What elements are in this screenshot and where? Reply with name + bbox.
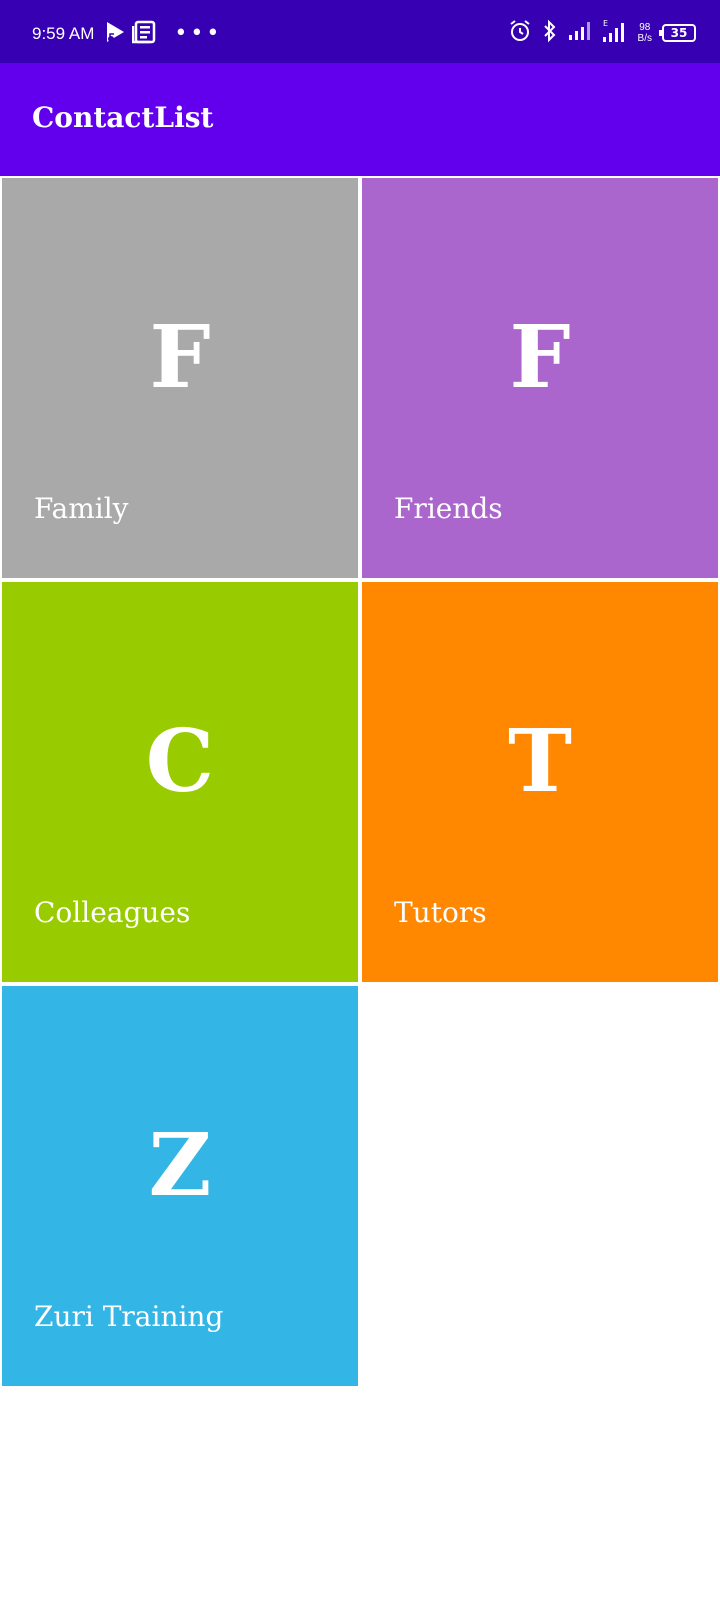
signal-e-icon: E bbox=[602, 18, 628, 48]
group-initial: F bbox=[509, 307, 571, 408]
net-speed-value: 98 bbox=[639, 22, 651, 33]
group-label: Tutors bbox=[394, 896, 487, 929]
alarm-icon bbox=[508, 19, 532, 47]
group-initial: F bbox=[149, 307, 211, 408]
group-card-friends[interactable]: F Friends bbox=[362, 178, 718, 578]
group-initial: T bbox=[508, 711, 572, 812]
net-speed-unit: B/s bbox=[637, 33, 652, 44]
more-notifications-icon: ••• bbox=[174, 21, 223, 46]
status-right: E 98 B/s 35 bbox=[508, 18, 696, 48]
status-time: 9:59 AM bbox=[32, 24, 95, 43]
signal-icon bbox=[568, 20, 592, 46]
play-store-icon bbox=[104, 20, 126, 48]
app-bar: ContactList bbox=[0, 63, 720, 176]
group-initial: Z bbox=[148, 1115, 212, 1216]
bluetooth-icon bbox=[542, 19, 558, 47]
group-label: Friends bbox=[394, 492, 503, 525]
group-initial: C bbox=[145, 711, 215, 812]
group-label: Colleagues bbox=[34, 896, 191, 929]
battery-level: 35 bbox=[670, 26, 688, 40]
group-card-tutors[interactable]: T Tutors bbox=[362, 582, 718, 982]
group-card-family[interactable]: F Family bbox=[2, 178, 358, 578]
svg-text:E: E bbox=[603, 19, 608, 28]
status-bar: 9:59 AM ••• E 98 B/s 35 bbox=[0, 0, 720, 63]
group-card-zuri-training[interactable]: Z Zuri Training bbox=[2, 986, 358, 1386]
network-speed: 98 B/s bbox=[638, 22, 652, 44]
app-title: ContactList bbox=[32, 101, 214, 134]
battery-icon: 35 bbox=[659, 24, 696, 42]
group-card-colleagues[interactable]: C Colleagues bbox=[2, 582, 358, 982]
status-left: 9:59 AM ••• bbox=[32, 20, 222, 48]
group-label: Zuri Training bbox=[34, 1300, 224, 1333]
news-icon bbox=[132, 20, 156, 48]
group-label: Family bbox=[34, 492, 129, 525]
